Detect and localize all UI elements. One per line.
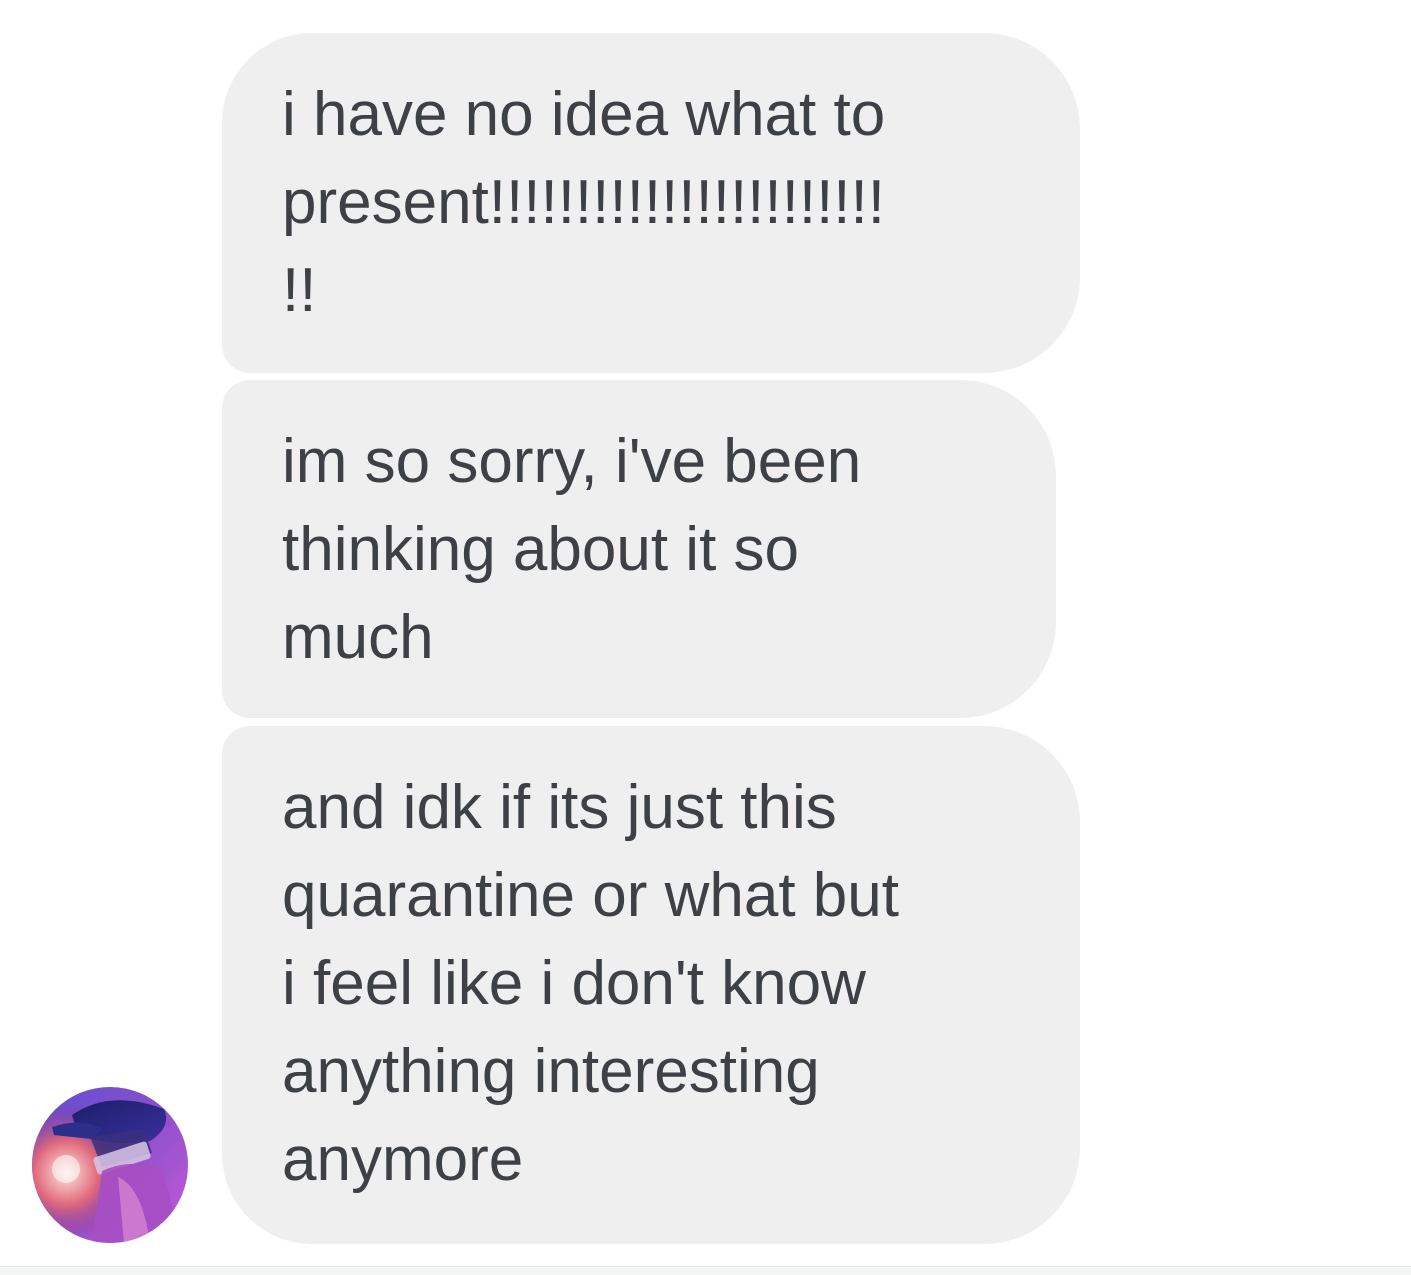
profile-photo-avatar-icon (32, 1087, 188, 1243)
message-bubble[interactable]: im so sorry, i've been thinking about it… (222, 380, 1056, 718)
sender-avatar[interactable] (32, 1087, 188, 1243)
message-thread: i have no idea what to present!!!!!!!!!!… (0, 0, 1411, 1275)
message-text: and idk if its just this quarantine or w… (282, 773, 899, 1194)
divider (0, 1266, 1411, 1275)
message-bubble[interactable]: i have no idea what to present!!!!!!!!!!… (222, 33, 1080, 373)
message-bubble[interactable]: and idk if its just this quarantine or w… (222, 726, 1080, 1244)
message-text: im so sorry, i've been thinking about it… (282, 427, 862, 672)
message-text: i have no idea what to present!!!!!!!!!!… (282, 80, 886, 325)
